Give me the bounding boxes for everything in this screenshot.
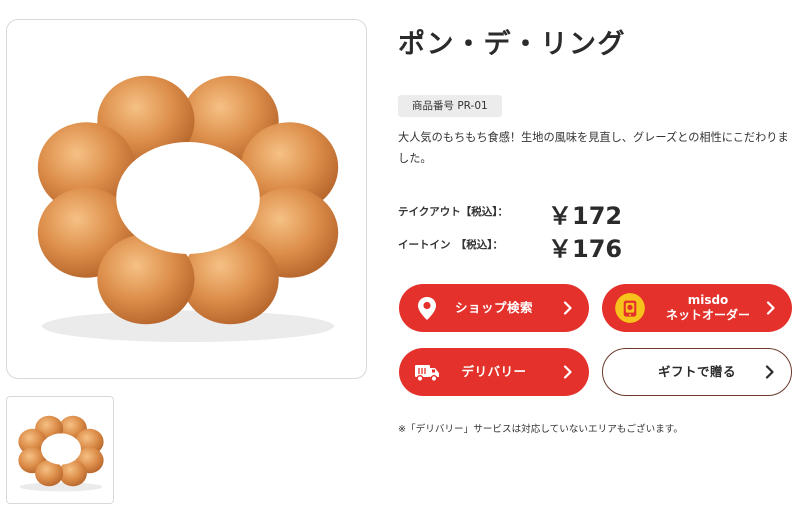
- misdo-order-icon: [615, 293, 645, 323]
- gift-label: ギフトで贈る: [657, 364, 736, 379]
- misdo-label-line2: ネットオーダー: [665, 308, 750, 322]
- pon-de-ring-donut-image: [37, 75, 339, 343]
- delivery-button[interactable]: デリバリー: [399, 348, 589, 396]
- thumb-donut-center-hole: [41, 433, 81, 465]
- product-title: ポン・デ・リング: [398, 29, 626, 60]
- thumbnail-donut-image: [18, 415, 104, 492]
- delivery-availability-note: ※「デリバリー」サービスは対応していないエリアもございます。: [398, 424, 684, 435]
- chevron-right-icon: [563, 365, 572, 379]
- donut-center-hole: [116, 142, 260, 254]
- misdo-label-line1: misdo: [687, 293, 729, 307]
- chevron-right-icon: [766, 301, 775, 315]
- product-thumbnail[interactable]: [6, 396, 114, 504]
- donut-shadow: [42, 310, 334, 343]
- shop-search-button[interactable]: ショップ検索: [399, 284, 589, 332]
- eatin-price-value: ￥176: [548, 235, 623, 263]
- chevron-right-icon: [765, 365, 774, 379]
- gift-button[interactable]: ギフトで贈る: [602, 348, 792, 396]
- misdo-net-order-label: misdo ネットオーダー: [660, 293, 756, 323]
- chevron-right-icon: [563, 301, 572, 315]
- product-description: 大人気のもちもち食感！生地の風味を見直し、グレーズとの相性にこだわりました。: [398, 131, 789, 165]
- product-main-image: [6, 19, 367, 379]
- delivery-label: デリバリー: [461, 364, 527, 379]
- thumb-donut-shadow: [19, 482, 103, 492]
- takeout-price-label: テイクアウト【税込】：: [398, 206, 509, 218]
- eatin-price-label: イートイン 【税込】：: [398, 239, 503, 251]
- misdo-net-order-button[interactable]: misdo ネットオーダー: [602, 284, 792, 332]
- shop-search-label: ショップ検索: [454, 300, 533, 315]
- takeout-price-value: ￥172: [548, 202, 623, 230]
- product-code-badge: 商品番号 PR-01: [398, 95, 502, 117]
